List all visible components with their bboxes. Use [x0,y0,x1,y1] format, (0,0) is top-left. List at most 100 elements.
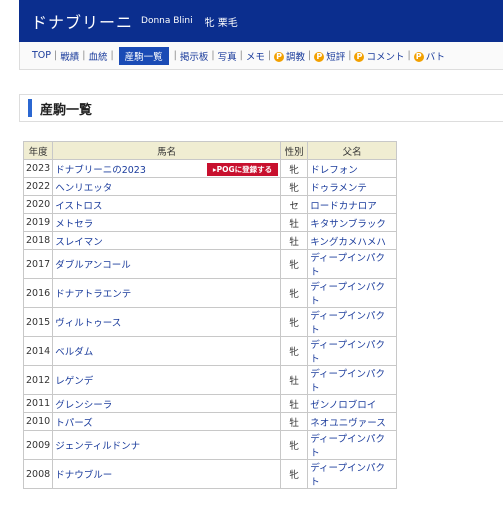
nav-item-7[interactable]: P 調教 [274,49,305,63]
col-name-header: 馬名 [52,141,282,160]
name-cell: ジェンティルドンナ [52,430,282,460]
horse-name-link[interactable]: ジェンティルドンナ [55,441,140,452]
table-row: 2015 ヴィルトゥース 牝ディープインパクト [22,307,398,337]
sire-name-link[interactable]: ドレフォン [310,165,358,176]
sire-name-link[interactable]: ディープインパクト [310,282,385,307]
horse-header: ドナブリーニ Donna Blini 牝 栗毛 [19,0,503,42]
point-badge-icon: P [274,52,285,62]
nav-item-3[interactable]: 産駒一覧 [118,46,169,65]
sex-cell: 牡 [280,231,309,250]
nav-item-label: 写真 [217,51,237,63]
horse-name-link[interactable]: グレンシーラ [55,400,112,411]
sex-cell: 牡 [280,394,309,413]
horse-name-link[interactable]: ヴィルトゥース [55,318,121,329]
col-sire-header: 父名 [307,141,398,160]
nav-item-label: 血統 [88,51,108,63]
sex-cell: 牝 [280,249,309,279]
sex-cell: 牝 [280,430,309,460]
table-row: 2010 トパーズ 牡ネオユニヴァース [22,412,398,431]
nav-item-9[interactable]: P コメント [354,49,404,63]
sex-cell: 牝 [280,459,309,489]
horse-name-link[interactable]: イストロス [55,201,102,212]
table-row: 2019 メトセラ 牡キタサンブラック [22,213,398,232]
sire-cell: ドレフォン [307,159,398,178]
horse-name-link[interactable]: トパーズ [55,418,93,429]
year-cell: 2022 [22,177,54,196]
tab-navigation: TOP | 戦績 | 血統 | 産駒一覧 | 掲示板 | 写真 | メモ | P 調教 | P 短評 | P コメント | P… [19,42,503,70]
nav-item-6[interactable]: メモ [246,49,265,63]
horse-name-link[interactable]: メトセラ [55,219,93,230]
sire-cell: ディープインパクト [307,278,398,308]
name-cell: スレイマン [52,231,282,250]
name-cell: メトセラ [52,213,282,232]
section-accent-bar [28,99,32,117]
sire-cell: ドゥラメンテ [307,177,398,196]
table-row: 2023 ドナブリーニの2023 ▸POGに登録する牝ドレフォン [22,159,398,178]
nav-item-2[interactable]: 血統 [88,49,107,63]
sire-name-link[interactable]: ディープインパクト [310,463,385,488]
horse-name-link[interactable]: ヘンリエッタ [55,183,112,194]
sire-cell: ディープインパクト [307,336,398,366]
sex-cell: 牡 [280,412,309,431]
col-year-header: 年度 [22,141,54,160]
nav-item-label: メモ [245,51,265,63]
horse-name-link[interactable]: ベルダム [55,347,93,358]
name-cell: トパーズ [52,412,282,431]
sex-cell: セ [280,195,309,214]
horse-name-link[interactable]: ドナブリーニの2023 [55,165,146,176]
table-row: 2011 グレンシーラ 牡ゼンノロブロイ [22,394,398,413]
horse-name-link[interactable]: ドナウブルー [55,470,112,481]
pog-register-button[interactable]: ▸POGに登録する [206,162,279,176]
name-cell: ヴィルトゥース [52,307,282,337]
year-cell: 2023 [22,159,54,178]
horse-name-jp: ドナブリーニ [31,13,134,32]
table-row: 2009 ジェンティルドンナ 牝ディープインパクト [22,430,398,460]
sire-name-link[interactable]: ゼンノロブロイ [310,400,376,411]
nav-item-8[interactable]: P 短評 [314,49,345,63]
name-cell: ダブルアンコール [52,249,282,279]
name-cell: ドナアトラエンテ [52,278,282,308]
section-header: 産駒一覧 [19,94,503,122]
nav-separator: | [407,50,411,61]
year-cell: 2017 [22,249,54,279]
sire-name-link[interactable]: ディープインパクト [310,369,385,394]
name-cell: ドナウブルー [52,459,282,489]
nav-separator: | [211,50,215,61]
point-badge-icon: P [413,52,424,62]
horse-name-link[interactable]: ドナアトラエンテ [55,289,131,300]
sire-name-link[interactable]: ネオユニヴァース [310,418,386,429]
horse-name-link[interactable]: スレイマン [55,237,103,248]
name-cell: ドナブリーニの2023 ▸POGに登録する [52,159,282,178]
sex-cell: 牝 [280,307,309,337]
nav-item-1[interactable]: 戦績 [60,49,79,63]
sire-name-link[interactable]: ドゥラメンテ [310,183,367,194]
nav-item-4[interactable]: 掲示板 [180,49,209,63]
sire-cell: キングカメハメハ [307,231,398,250]
point-badge-icon: P [314,52,325,62]
sire-name-link[interactable]: ディープインパクト [310,311,385,336]
table-row: 2008 ドナウブルー 牝ディープインパクト [22,459,398,489]
table-row: 2018 スレイマン 牡キングカメハメハ [22,231,398,250]
sire-cell: ゼンノロブロイ [307,394,398,413]
horse-name-link[interactable]: ダブルアンコール [55,260,131,271]
sire-name-link[interactable]: ディープインパクト [310,434,385,459]
sire-name-link[interactable]: ディープインパクト [310,253,385,278]
sire-name-link[interactable]: ディープインパクト [310,340,385,365]
sex-cell: 牝 [280,336,309,366]
sire-name-link[interactable]: キタサンブラック [310,219,386,230]
sire-cell: ディープインパクト [307,430,398,460]
nav-item-10[interactable]: P バト [413,49,445,63]
nav-item-label: 短評 [326,51,346,63]
foals-table: 年度 馬名 性別 父名 2023 ドナブリーニの2023 ▸POGに登録する牝ドレフ… [22,141,398,489]
nav-item-0[interactable]: TOP [32,50,51,61]
sire-name-link[interactable]: キングカメハメハ [310,237,386,248]
year-cell: 2015 [22,307,54,337]
name-cell: イストロス [52,195,282,214]
sire-cell: ディープインパクト [307,459,398,489]
horse-name-link[interactable]: レゲンデ [55,376,93,387]
table-row: 2014 ベルダム 牝ディープインパクト [22,336,398,366]
horse-name-en: Donna Blini [141,16,193,26]
sire-name-link[interactable]: ロードカナロア [310,201,377,212]
nav-item-5[interactable]: 写真 [218,49,237,63]
nav-item-label: 掲示板 [179,51,209,63]
